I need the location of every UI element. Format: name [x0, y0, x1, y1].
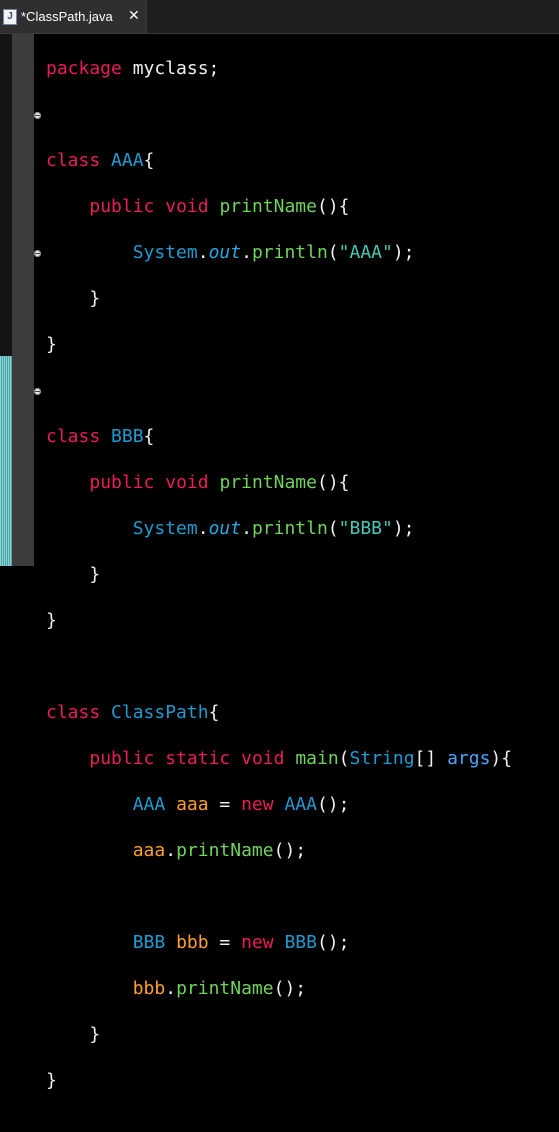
close-tab-icon[interactable]: ✕ [128, 8, 140, 24]
code-line: } [46, 1024, 101, 1045]
vertical-ruler [12, 34, 34, 566]
tab-classpath-java[interactable]: J *ClassPath.java ✕ [0, 0, 147, 33]
code-line: } [46, 1070, 57, 1091]
code-line: } [46, 334, 57, 355]
tab-title: *ClassPath.java [21, 9, 113, 24]
code-line: System.out.println("AAA"); [132, 242, 415, 263]
code-line: class BBB{ [46, 426, 155, 447]
code-line: } [46, 610, 57, 631]
code-editor[interactable]: package myclass; class AAA{ public void … [0, 34, 559, 1091]
code-line: aaa.printName(); [132, 840, 307, 861]
code-line: package myclass; [46, 58, 220, 79]
changed-lines-marker [0, 356, 12, 566]
fold-toggle-icon[interactable] [34, 112, 41, 119]
source-code[interactable]: package myclass; class AAA{ public void … [46, 34, 559, 1132]
code-line: BBB bbb = new BBB(); [132, 932, 350, 953]
code-line: } [46, 288, 101, 309]
java-file-icon: J [3, 8, 17, 25]
editor-tab-bar: J *ClassPath.java ✕ [0, 0, 559, 34]
code-line: public void printName(){ [89, 196, 350, 217]
fold-toggle-icon[interactable] [34, 250, 41, 257]
code-line: public static void main(String[] args){ [89, 748, 513, 769]
code-line: } [46, 564, 101, 585]
code-line: bbb.printName(); [132, 978, 307, 999]
code-line: class ClassPath{ [46, 702, 220, 723]
fold-toggle-icon[interactable] [34, 388, 41, 395]
code-line: public void printName(){ [89, 472, 350, 493]
code-line: System.out.println("BBB"); [132, 518, 415, 539]
code-line: class AAA{ [46, 150, 155, 171]
code-line: AAA aaa = new AAA(); [132, 794, 350, 815]
